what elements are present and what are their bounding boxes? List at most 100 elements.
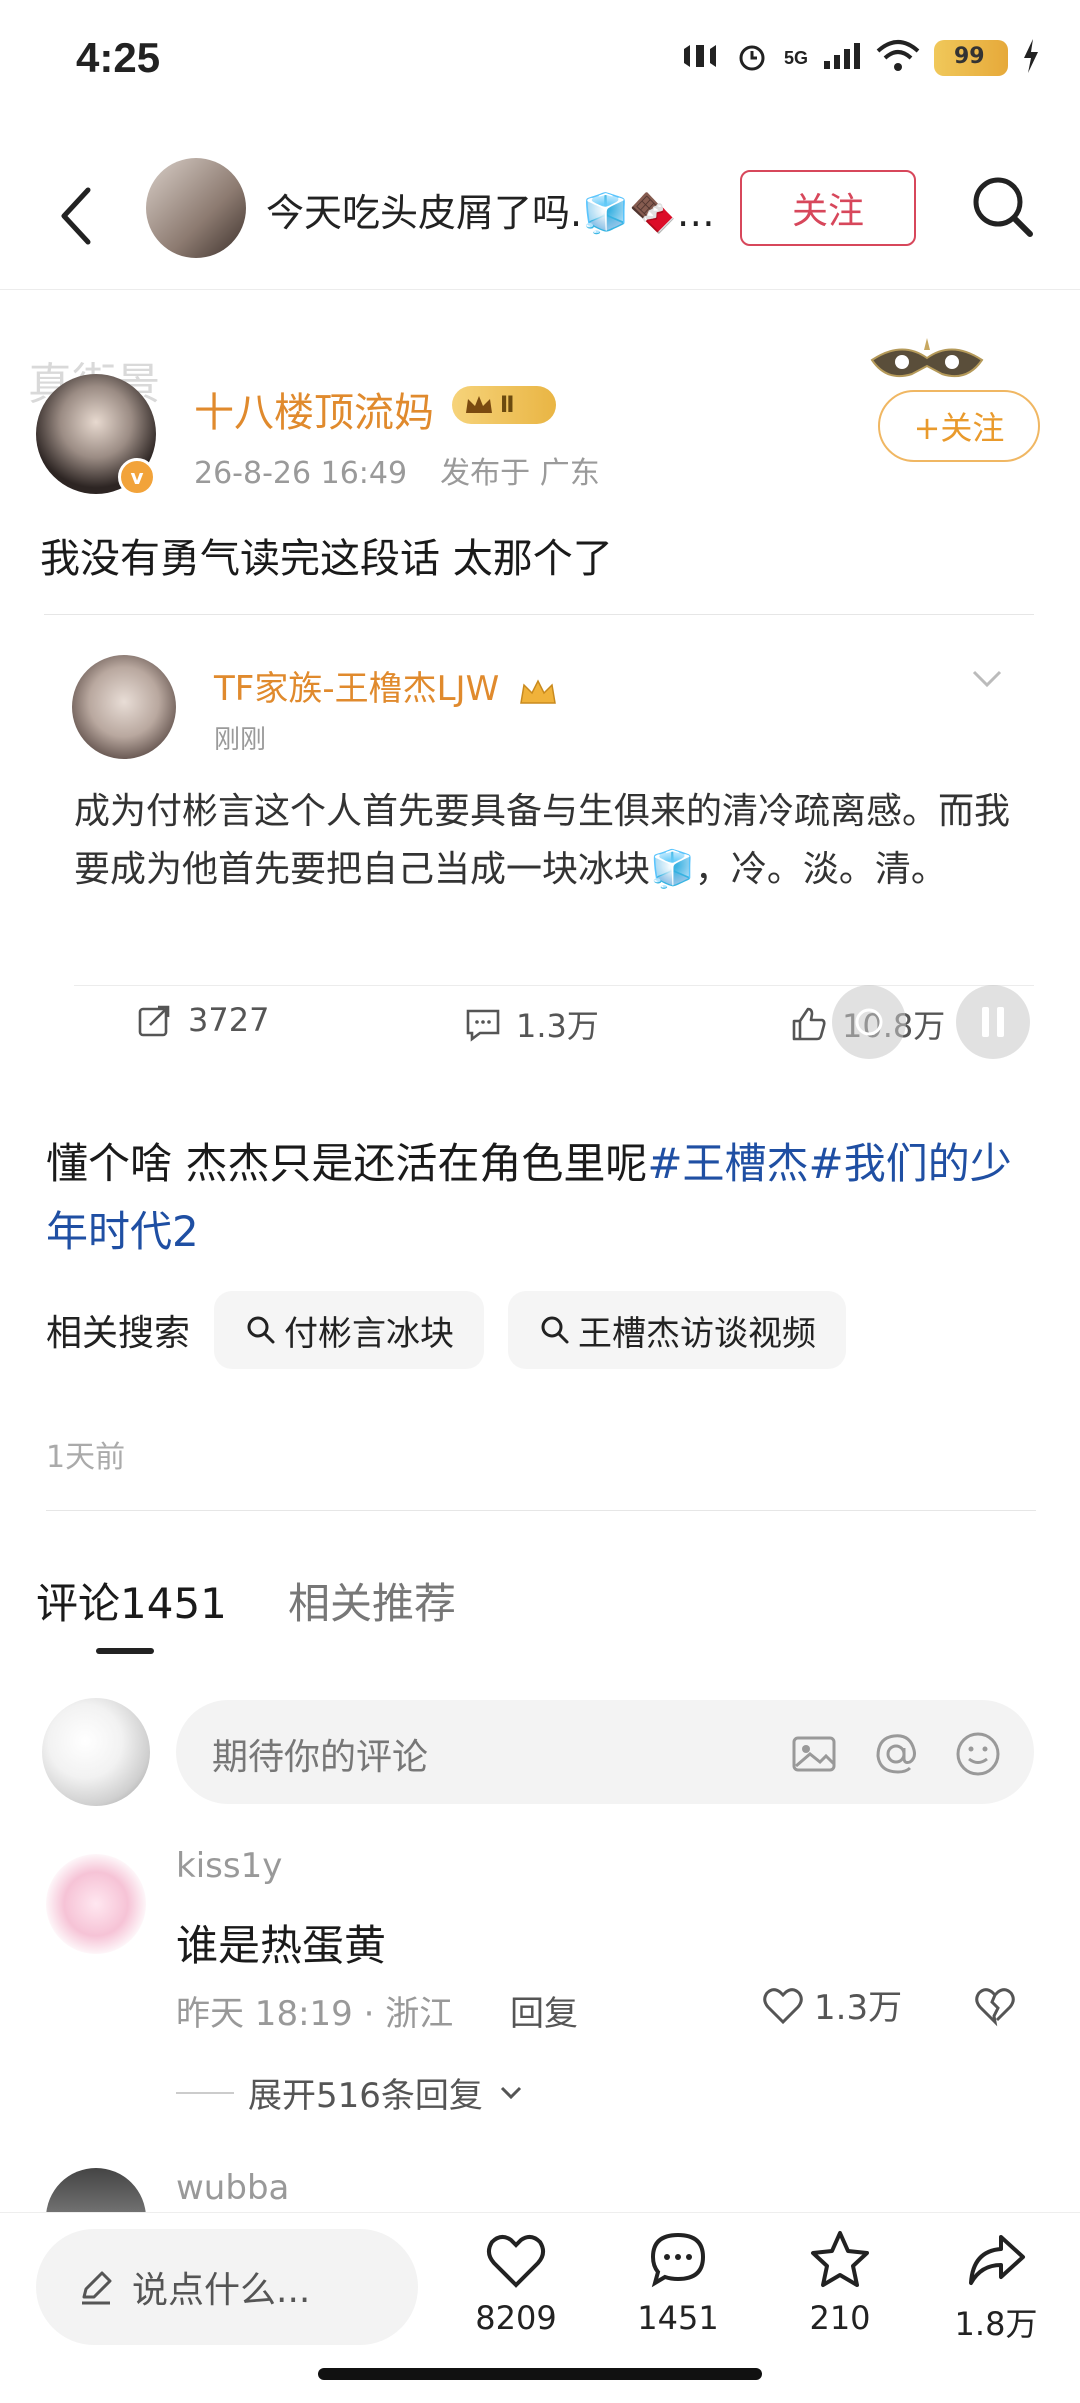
divider bbox=[46, 1510, 1036, 1511]
comment-item: wubba bbox=[0, 2164, 1080, 2212]
comment-like-count: 1.3万 bbox=[814, 1988, 903, 2028]
follow-author-button[interactable]: +关注 bbox=[878, 390, 1040, 462]
image-icon[interactable] bbox=[788, 1728, 840, 1780]
search-button[interactable] bbox=[964, 168, 1044, 248]
floating-control-button[interactable] bbox=[832, 985, 906, 1059]
quoted-text: 成为付彬言这个人首先要具备与生俱来的清冷疏离感。而我要成为他首先要把自己当成一块… bbox=[74, 791, 1011, 890]
nav-author-avatar[interactable] bbox=[146, 158, 246, 258]
body-text: 懂个啥 杰杰只是还活在角色里呢 bbox=[46, 1139, 648, 1188]
star-icon bbox=[811, 2231, 869, 2287]
tab-comments[interactable]: 评论1451 bbox=[36, 1570, 227, 1631]
back-arrow-icon bbox=[61, 187, 91, 245]
my-avatar[interactable] bbox=[42, 1698, 150, 1806]
vip-badge-icon: Ⅱ bbox=[452, 386, 556, 424]
charging-icon bbox=[1022, 39, 1040, 77]
crown-icon bbox=[466, 396, 492, 413]
comment-stat[interactable]: 1.3万 bbox=[464, 1001, 599, 1047]
expand-replies-button[interactable]: 展开516条回复 bbox=[176, 2068, 525, 2117]
comment-input[interactable]: 期待你的评论 bbox=[176, 1700, 1034, 1804]
quoted-time: 刚刚 bbox=[214, 725, 267, 755]
alarm-icon bbox=[734, 38, 770, 78]
comment-like-button[interactable]: 1.3万 bbox=[760, 1980, 902, 2029]
topic-link[interactable]: #王槽杰# bbox=[647, 1139, 843, 1188]
quoted-author-avatar[interactable] bbox=[72, 655, 176, 759]
comment-bubble-icon bbox=[650, 2232, 706, 2288]
heart-icon bbox=[763, 1987, 803, 2024]
related-chip-label: 付彬言冰块 bbox=[284, 1313, 455, 1354]
pause-icon bbox=[982, 1007, 1004, 1037]
search-icon bbox=[541, 1316, 569, 1344]
nav-bar: 今天吃头皮屑了吗.🧊🍫… 关注 bbox=[0, 140, 1080, 290]
battery-level: 99 bbox=[954, 44, 985, 69]
battery-icon: 99 bbox=[934, 40, 1008, 76]
emoji-icon[interactable] bbox=[952, 1728, 1004, 1780]
post-age: 1天前 bbox=[46, 1440, 126, 1475]
nav-title[interactable]: 今天吃头皮屑了吗.🧊🍫… bbox=[266, 182, 736, 237]
favorite-count: 210 bbox=[809, 2299, 871, 2337]
expand-replies-label: 展开516条回复 bbox=[248, 2076, 483, 2116]
say-something-input[interactable]: 说点什么... bbox=[36, 2229, 418, 2345]
vip-level: Ⅱ bbox=[500, 392, 515, 418]
related-search: 相关搜索 付彬言冰块 王槽杰访谈视频 bbox=[46, 1290, 1046, 1370]
broken-heart-icon[interactable] bbox=[972, 1982, 1018, 2028]
repost-stat[interactable]: 3727 bbox=[136, 1001, 269, 1039]
quoted-post-card[interactable]: TF家族-王橹杰LJW 刚刚 成为付彬言这个人首先要具备与生俱来的清冷疏离感。而… bbox=[44, 614, 1034, 1059]
commenter-avatar[interactable] bbox=[46, 2168, 146, 2212]
like-count: 8209 bbox=[475, 2299, 557, 2337]
search-icon bbox=[247, 1316, 275, 1344]
post-date: 26-8-26 16:49 bbox=[194, 456, 408, 491]
follow-button[interactable]: 关注 bbox=[740, 170, 916, 246]
status-time: 4:25 bbox=[76, 34, 161, 81]
like-button[interactable]: 8209 bbox=[456, 2227, 576, 2337]
post-location: 发布于 广东 bbox=[440, 456, 600, 491]
commenter-name[interactable]: kiss1y bbox=[176, 1846, 282, 1886]
vibrate-icon bbox=[680, 41, 720, 75]
repost-icon bbox=[138, 1005, 170, 1037]
commenter-avatar[interactable] bbox=[46, 1854, 146, 1954]
share-button[interactable]: 1.8万 bbox=[936, 2227, 1056, 2345]
favorite-button[interactable]: 210 bbox=[780, 2227, 900, 2337]
status-icons: 5G 99 bbox=[680, 38, 1040, 78]
quoted-author-name[interactable]: TF家族-王橹杰LJW bbox=[214, 669, 499, 709]
reply-button[interactable]: 回复 bbox=[510, 1986, 578, 2035]
heart-icon bbox=[487, 2235, 545, 2288]
tab-recommend[interactable]: 相关推荐 bbox=[288, 1570, 456, 1631]
related-search-label: 相关搜索 bbox=[46, 1313, 191, 1354]
comment-count: 1451 bbox=[637, 2299, 719, 2337]
related-chip[interactable]: 王槽杰访谈视频 bbox=[508, 1291, 847, 1369]
back-button[interactable] bbox=[48, 176, 108, 256]
home-indicator[interactable] bbox=[318, 2368, 762, 2380]
comment-meta: 昨天 18:19 · 浙江 bbox=[176, 1994, 454, 2034]
pencil-icon bbox=[82, 2271, 112, 2305]
say-something-placeholder: 说点什么... bbox=[132, 2270, 311, 2311]
refresh-icon bbox=[855, 1008, 883, 1036]
comment-placeholder: 期待你的评论 bbox=[212, 1737, 429, 1778]
repost-count: 3727 bbox=[188, 1001, 270, 1039]
status-bar: 4:25 5G 99 bbox=[0, 0, 1080, 120]
signal-icon bbox=[822, 41, 862, 75]
related-chip[interactable]: 付彬言冰块 bbox=[214, 1291, 485, 1369]
at-icon[interactable] bbox=[870, 1728, 922, 1780]
thumbs-up-icon bbox=[792, 1007, 826, 1041]
comment-button[interactable]: 1451 bbox=[618, 2227, 738, 2337]
crown-icon bbox=[518, 676, 558, 706]
divider bbox=[176, 2091, 234, 2094]
wifi-icon bbox=[876, 39, 920, 77]
post-body-text: 懂个啥 杰杰只是还活在角色里呢#王槽杰#我们的少年时代2 bbox=[46, 1130, 1026, 1266]
chevron-down-icon bbox=[500, 2086, 521, 2099]
verified-badge-icon: v bbox=[118, 458, 156, 496]
share-icon bbox=[969, 2235, 1025, 2285]
divider bbox=[74, 985, 1034, 986]
commenter-name[interactable]: wubba bbox=[176, 2168, 289, 2208]
search-icon bbox=[973, 177, 1033, 237]
post-meta: 26-8-26 16:49 发布于 广东 bbox=[194, 448, 600, 492]
network-icon: 5G bbox=[783, 47, 808, 68]
share-count: 1.8万 bbox=[954, 2305, 1038, 2343]
author-name[interactable]: 十八楼顶流妈 bbox=[194, 380, 434, 438]
quoted-author-line: TF家族-王橹杰LJW bbox=[214, 661, 558, 710]
pause-button[interactable] bbox=[956, 985, 1030, 1059]
chevron-down-icon[interactable] bbox=[970, 661, 1004, 695]
comment-item: kiss1y 谁是热蛋黄 昨天 18:19 · 浙江 回复 1.3万 展开516… bbox=[0, 1846, 1080, 2146]
post-header: 真街景 v 十八楼顶流妈 Ⅱ 26-8-26 16:49 发布于 广东 +关注 bbox=[0, 330, 1080, 510]
comment-count: 1.3万 bbox=[516, 1007, 599, 1045]
